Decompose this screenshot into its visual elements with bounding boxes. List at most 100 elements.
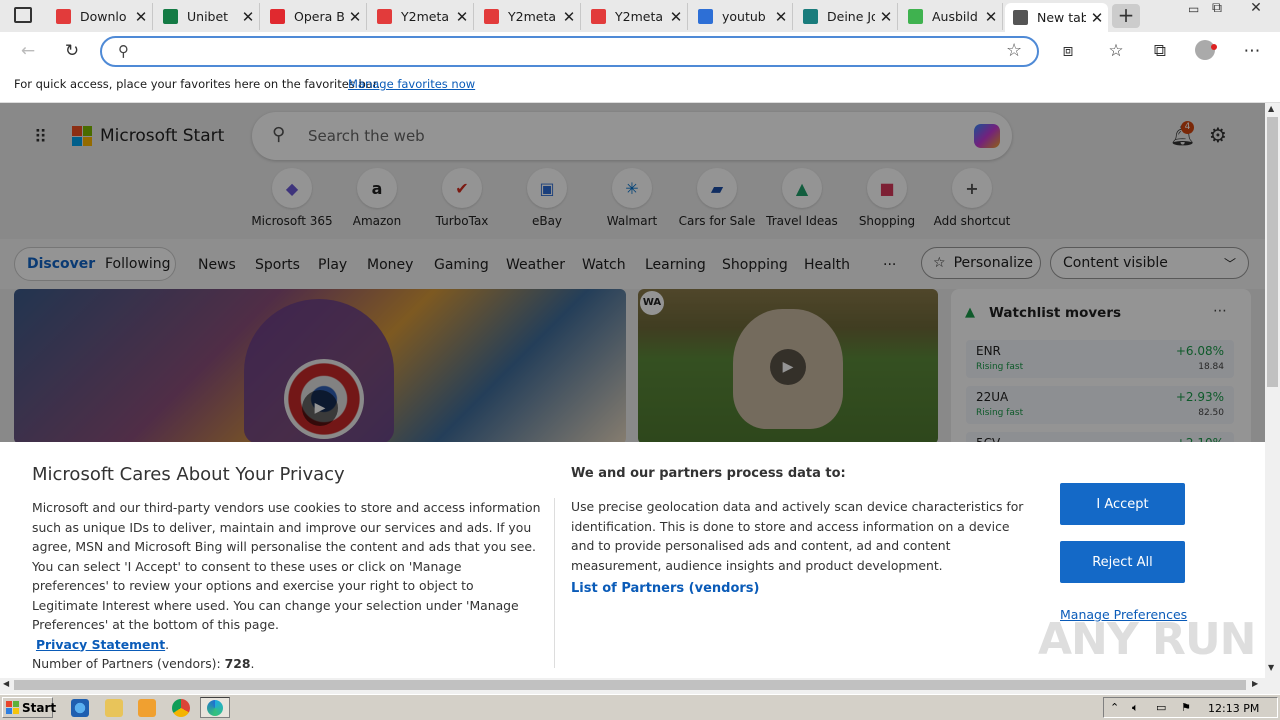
manage-favorites-link[interactable]: Manage favorites now (348, 77, 475, 91)
tab-title: Y2meta (615, 9, 664, 24)
download-icon (56, 9, 71, 24)
favorites-bar: For quick access, place your favorites h… (0, 70, 1280, 103)
tab-2[interactable]: Opera B ✕ (262, 3, 367, 30)
close-tab-icon[interactable]: ✕ (980, 8, 1002, 26)
download-icon (591, 9, 606, 24)
tab-title: Opera B (294, 9, 344, 24)
unibet-icon (163, 9, 178, 24)
xing-icon (803, 9, 818, 24)
scroll-right-arrow-icon[interactable]: ▶ (1252, 679, 1258, 688)
privacy-body: Microsoft and our third-party vendors us… (32, 500, 541, 632)
start-label: Start (22, 700, 57, 715)
tab-3[interactable]: Y2meta ✕ (369, 3, 474, 30)
chrome-icon[interactable] (172, 699, 190, 717)
tab-1[interactable]: Unibet ✕ (155, 3, 260, 30)
tab-9[interactable]: New tab ✕ (1005, 3, 1108, 32)
tab-actions-icon[interactable] (14, 7, 32, 23)
close-tab-icon[interactable]: ✕ (665, 8, 687, 26)
clock: 12:13 PM (1208, 702, 1260, 715)
tab-0[interactable]: Downlo ✕ (48, 3, 153, 30)
close-window-button[interactable]: ✕ (1236, 0, 1276, 16)
flag-icon[interactable]: ⚑ (1181, 701, 1191, 714)
privacy-title: Microsoft Cares About Your Privacy (32, 464, 345, 485)
tab-title: Unibet (187, 9, 229, 24)
accept-button[interactable]: I Accept (1060, 483, 1185, 525)
close-tab-icon[interactable]: ✕ (770, 8, 792, 26)
tab-6[interactable]: youtub ✕ (690, 3, 793, 30)
close-tab-icon[interactable]: ✕ (344, 8, 366, 26)
anyrun-watermark: ANY RUN (1038, 614, 1256, 665)
network-icon[interactable]: ▭ (1156, 701, 1166, 714)
newtab-icon (1013, 10, 1028, 25)
tab-title: Deine Jo (827, 9, 875, 24)
back-icon[interactable]: ← (17, 40, 39, 62)
start-button[interactable]: Start (2, 697, 57, 718)
close-tab-icon[interactable]: ✕ (1086, 9, 1108, 27)
modal-overlay (0, 103, 1265, 442)
address-bar[interactable]: ⚲ ☆ (100, 36, 1039, 67)
privacy-dialog: Microsoft Cares About Your Privacy Micro… (0, 442, 1265, 678)
download-icon (484, 9, 499, 24)
g-icon (908, 9, 923, 24)
tab-title: youtub (722, 9, 766, 24)
horizontal-scrollbar[interactable]: ◀ ▶ (0, 678, 1265, 692)
scroll-up-arrow-icon[interactable]: ▲ (1268, 104, 1274, 113)
close-tab-icon[interactable]: ✕ (237, 8, 259, 26)
download-icon (377, 9, 392, 24)
scroll-left-arrow-icon[interactable]: ◀ (3, 679, 9, 688)
tab-title: New tab (1037, 10, 1086, 25)
favorite-star-icon[interactable]: ☆ (1006, 40, 1022, 61)
restore-button[interactable]: ⧉ (1212, 0, 1222, 16)
favorites-icon[interactable]: ☆ (1105, 40, 1127, 62)
profile-avatar[interactable] (1195, 40, 1215, 60)
divider (554, 498, 555, 668)
scroll-thumb[interactable] (14, 680, 1246, 690)
scroll-thumb[interactable] (1267, 117, 1278, 387)
close-tab-icon[interactable]: ✕ (875, 8, 897, 26)
collections-icon[interactable]: ⧉ (1149, 40, 1171, 62)
profile-status-dot (1211, 44, 1217, 50)
system-tray: ⌃ 🔈︎ ▭ ⚑ 12:13 PM (1103, 697, 1278, 718)
minimize-button[interactable]: ▭ (1188, 2, 1199, 16)
extensions-icon[interactable]: ⧈ (1057, 40, 1079, 62)
new-tab-button[interactable]: + (1112, 4, 1140, 28)
search-icon (698, 9, 713, 24)
volume-icon[interactable]: 🔈︎ (1132, 701, 1139, 715)
partners-count: 728 (224, 656, 251, 671)
ie-icon[interactable] (71, 699, 89, 717)
partners-list-link[interactable]: List of Partners (vendors) (571, 581, 759, 596)
partners-label: Number of Partners (vendors): (32, 656, 221, 671)
reject-all-button[interactable]: Reject All (1060, 541, 1185, 583)
browser-toolbar: ← ↻ ⚲ ☆ ⧈ ☆ ⧉ ⋯ (0, 32, 1280, 70)
tab-title: Downlo (80, 9, 127, 24)
close-tab-icon[interactable]: ✕ (130, 8, 152, 26)
purposes-title: We and our partners process data to: (571, 466, 846, 481)
scroll-down-arrow-icon[interactable]: ▼ (1268, 663, 1274, 672)
privacy-statement-link[interactable]: Privacy Statement (36, 637, 165, 652)
windows-logo-icon (6, 701, 19, 714)
tab-8[interactable]: Ausbild ✕ (900, 3, 1003, 30)
edge-taskbar-button[interactable] (200, 697, 230, 718)
close-tab-icon[interactable]: ✕ (558, 8, 580, 26)
media-player-icon[interactable] (138, 699, 156, 717)
page-content: ⠿ Microsoft Start ⚲ Search the web 🔔︎ 4 … (0, 103, 1265, 678)
vertical-scrollbar[interactable]: ▲ ▼ (1265, 103, 1280, 678)
edge-icon (207, 700, 223, 716)
tab-4[interactable]: Y2meta ✕ (476, 3, 581, 30)
tab-title: Ausbild (932, 9, 978, 24)
privacy-body-block: Microsoft and our third-party vendors us… (32, 500, 541, 671)
tab-title: Y2meta (508, 9, 557, 24)
tab-strip: Downlo ✕ Unibet ✕ Opera B ✕ Y2meta ✕ Y2meta ✕ Y2me… (0, 0, 1280, 32)
tray-arrow-icon[interactable]: ⌃ (1110, 701, 1119, 714)
folder-icon[interactable] (105, 699, 123, 717)
tab-7[interactable]: Deine Jo ✕ (795, 3, 898, 30)
opera-icon (270, 9, 285, 24)
purposes-body: Use precise geolocation data and activel… (571, 499, 1024, 573)
tab-title: Y2meta (401, 9, 450, 24)
refresh-icon[interactable]: ↻ (61, 40, 83, 62)
more-menu-icon[interactable]: ⋯ (1241, 40, 1263, 62)
search-icon: ⚲ (118, 42, 129, 60)
tab-5[interactable]: Y2meta ✕ (583, 3, 688, 30)
close-tab-icon[interactable]: ✕ (451, 8, 473, 26)
taskbar: Start ⌃ 🔈︎ ▭ ⚑ 12:13 PM (0, 694, 1280, 720)
